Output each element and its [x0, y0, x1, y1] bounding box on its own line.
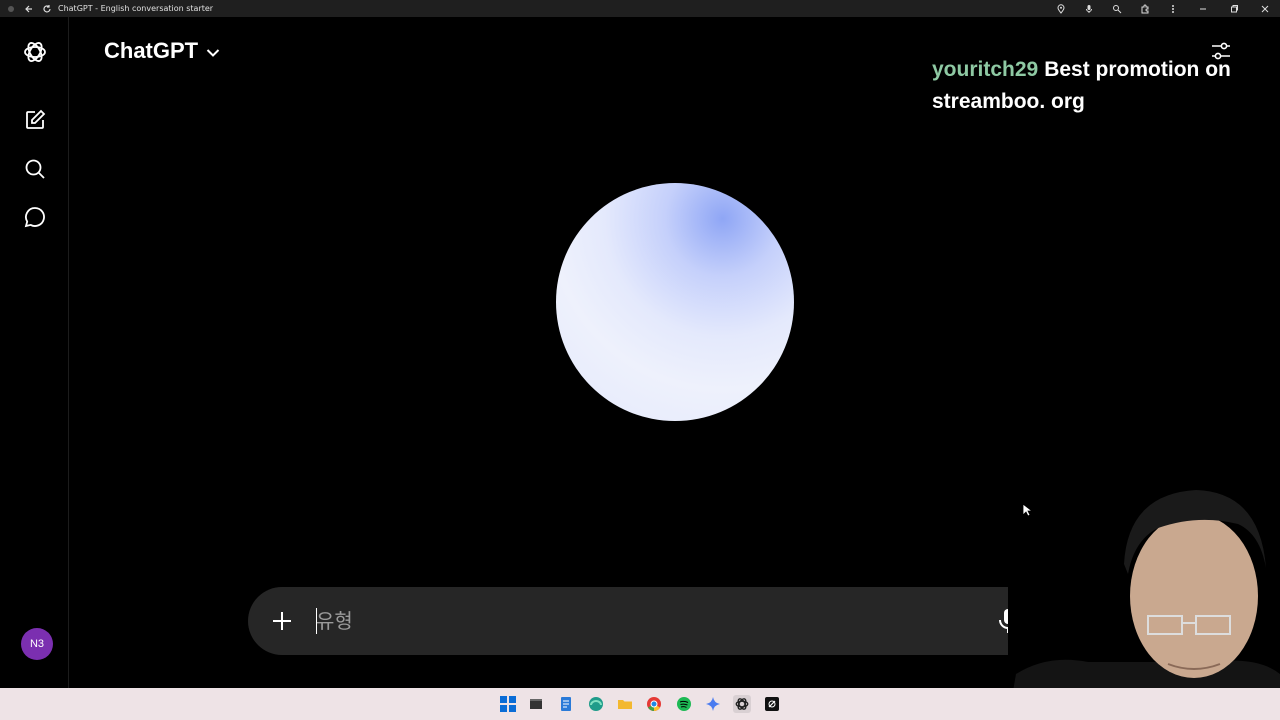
close-window-icon[interactable] [1249, 0, 1280, 17]
model-name: ChatGPT [104, 38, 199, 63]
notepad-icon[interactable] [557, 695, 575, 713]
openai-logo-icon[interactable] [17, 34, 53, 70]
add-attachment-button[interactable] [266, 605, 298, 637]
back-arrow-icon[interactable] [22, 2, 36, 16]
browser-titlebar: ChatGPT - English conversation starter [0, 0, 1280, 17]
chrome-icon[interactable] [645, 695, 663, 713]
chevron-down-icon [206, 38, 220, 64]
file-explorer-icon[interactable] [616, 695, 634, 713]
restore-icon[interactable] [1218, 0, 1249, 17]
location-icon[interactable] [1047, 2, 1075, 16]
window-menu-icon[interactable] [4, 2, 18, 16]
microphone-icon[interactable] [1075, 2, 1103, 16]
composer [248, 587, 1100, 655]
minimize-icon[interactable] [1187, 0, 1218, 17]
taskbar [0, 688, 1280, 720]
mouse-cursor-icon [1022, 503, 1034, 522]
tab-title: ChatGPT - English conversation starter [58, 4, 214, 13]
sidebar: N3 [0, 17, 69, 688]
stream-chat-overlay: youritch29 Best promotion on streamboo. o… [932, 54, 1277, 118]
terminal-icon[interactable] [527, 695, 545, 713]
gemini-icon[interactable] [704, 695, 722, 713]
message-input[interactable] [316, 601, 976, 641]
zoom-icon[interactable] [1103, 2, 1131, 16]
overlay-username: youritch29 [932, 58, 1039, 81]
extensions-icon[interactable] [1131, 2, 1159, 16]
chatgpt-icon[interactable] [733, 695, 751, 713]
webcam-overlay [1008, 484, 1280, 720]
text-caret [316, 608, 317, 634]
edge-icon[interactable] [587, 695, 605, 713]
model-selector[interactable]: ChatGPT [104, 38, 220, 64]
new-chat-icon[interactable] [17, 102, 53, 138]
windows-start-icon[interactable] [499, 695, 517, 713]
avatar[interactable]: N3 [21, 628, 53, 660]
chat-bubble-icon[interactable] [17, 199, 53, 235]
spotify-icon[interactable] [675, 695, 693, 713]
capcut-icon[interactable] [763, 695, 781, 713]
search-icon[interactable] [17, 151, 53, 187]
more-menu-icon[interactable] [1159, 2, 1187, 16]
voice-mode-orb [556, 183, 794, 421]
reload-icon[interactable] [40, 2, 54, 16]
